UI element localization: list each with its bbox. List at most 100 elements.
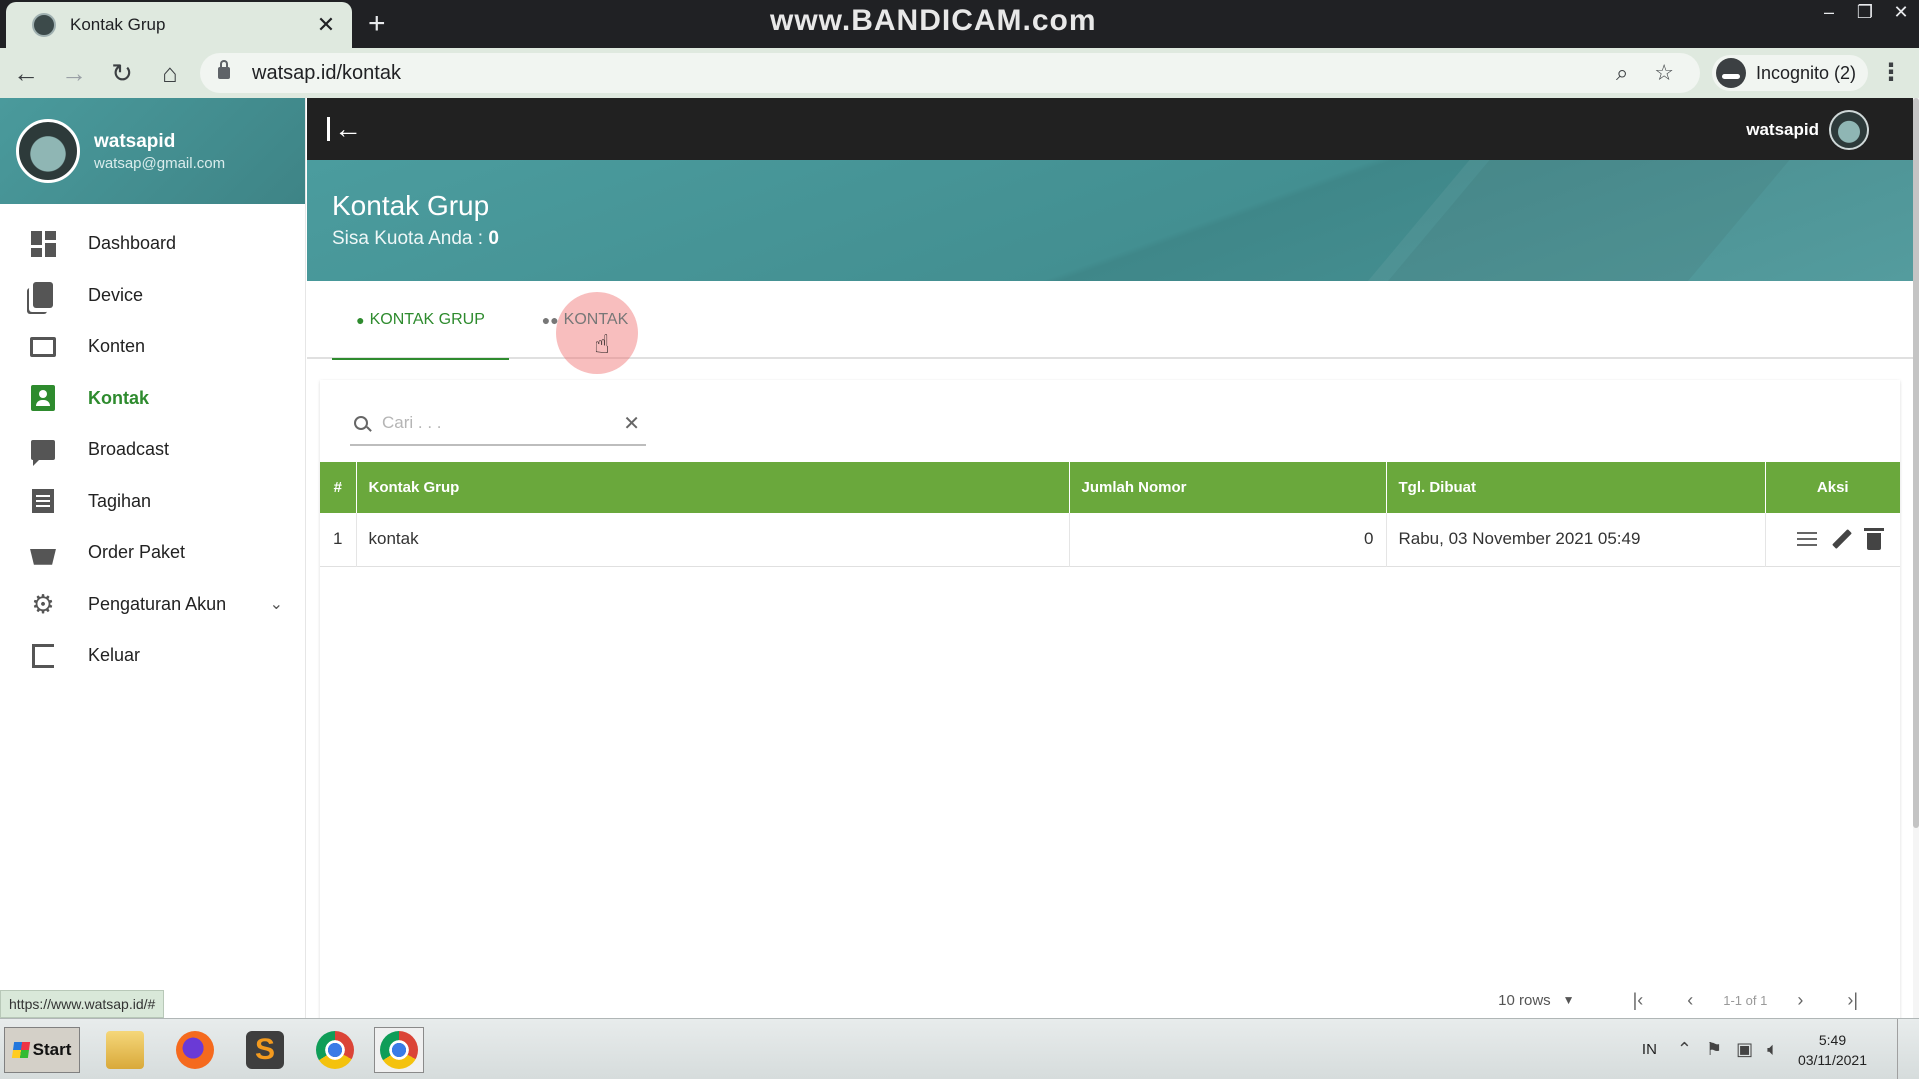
column-header-kontak-grup[interactable]: Kontak Grup — [356, 462, 1070, 513]
arrow-left-icon: ← — [334, 113, 362, 144]
person-icon: ● — [356, 311, 365, 328]
dashboard-icon — [28, 229, 58, 259]
restore-icon[interactable]: ❐ — [1847, 0, 1883, 26]
table-header-row: # Kontak Grup Jumlah Nomor Tgl. Dibuat A… — [320, 462, 1900, 513]
window-controls: – ❐ ✕ — [1811, 0, 1919, 26]
zoom-icon[interactable]: ⌕ — [1616, 60, 1628, 86]
clock-date: 03/11/2021 — [1797, 1051, 1867, 1068]
page-title: Kontak Grup — [332, 190, 490, 221]
show-desktop-button[interactable] — [1897, 1019, 1919, 1079]
tab-close-icon[interactable]: ✕ — [314, 12, 338, 38]
forward-icon[interactable]: → — [52, 58, 96, 89]
previous-page-icon[interactable]: ‹ — [1687, 990, 1693, 1011]
status-link-preview: https://www.watsap.id/# — [0, 990, 165, 1018]
address-bar[interactable]: watsap.id/kontak ⌕ ☆ — [200, 53, 1700, 93]
logout-icon — [28, 641, 58, 671]
chrome-incognito-icon[interactable] — [374, 1027, 424, 1073]
page-range: 1-1 of 1 — [1723, 992, 1768, 1008]
home-icon[interactable]: ⌂ — [148, 58, 192, 89]
list-detail-icon[interactable] — [1796, 532, 1817, 546]
sidebar-item-dashboard[interactable]: Dashboard — [0, 218, 305, 270]
system-tray: IN ⌃ ⚑ ▣ 🔈︎ 5:49 03/11/2021 — [1642, 1019, 1919, 1079]
quota-value: 0 — [488, 228, 499, 249]
search-icon — [354, 416, 368, 430]
sidebar: watsapid watsap@gmail.com Dashboard Devi… — [0, 98, 306, 1018]
device-icon — [28, 280, 58, 310]
last-page-icon[interactable]: ›| — [1847, 990, 1858, 1011]
url-text: watsap.id/kontak — [252, 61, 401, 84]
profile-email: watsap@gmail.com — [94, 154, 226, 172]
sidebar-item-tagihan[interactable]: Tagihan — [0, 476, 305, 528]
sidebar-item-label: Pengaturan Akun — [88, 593, 227, 614]
content-card: ✕ # Kontak Grup Jumlah Nomor Tgl. Dibuat… — [320, 380, 1900, 1020]
delete-trash-icon[interactable] — [1863, 527, 1884, 550]
browser-tab[interactable]: Kontak Grup ✕ — [6, 2, 352, 48]
tab-label: Kontak — [563, 311, 629, 328]
language-indicator[interactable]: IN — [1642, 1041, 1657, 1058]
sidebar-item-keluar[interactable]: Keluar — [0, 630, 305, 682]
invoice-icon — [28, 486, 58, 516]
clock[interactable]: 5:49 03/11/2021 — [1798, 1030, 1867, 1070]
search-input[interactable] — [382, 413, 624, 433]
app-topbar: ← watsapid — [307, 98, 1919, 160]
sidebar-item-broadcast[interactable]: Broadcast — [0, 424, 305, 476]
bookmark-star-icon[interactable]: ☆ — [1654, 60, 1674, 86]
sidebar-item-label: Order Paket — [88, 542, 186, 563]
browser-menu-icon[interactable]: ⋮ — [1879, 58, 1903, 87]
caret-down-icon[interactable]: ▼ — [1563, 993, 1575, 1007]
back-icon[interactable]: ← — [4, 58, 48, 89]
sidebar-item-order-paket[interactable]: Order Paket — [0, 527, 305, 579]
sidebar-item-konten[interactable]: Konten — [0, 321, 305, 373]
column-header-tgl-dibuat[interactable]: Tgl. Dibuat — [1386, 462, 1766, 513]
sublime-text-icon[interactable] — [240, 1027, 290, 1073]
next-page-icon[interactable]: › — [1797, 990, 1803, 1011]
new-tab-button[interactable]: + — [368, 6, 386, 42]
chrome-icon[interactable] — [310, 1027, 360, 1073]
column-header-jumlah-nomor[interactable]: Jumlah Nomor — [1069, 462, 1387, 513]
gear-icon: ⚙ — [31, 588, 55, 619]
cell-count: 0 — [1069, 513, 1387, 566]
browser-tab-bar: Kontak Grup ✕ + www.BANDICAM.com – ❐ ✕ — [0, 0, 1919, 48]
profile-name: watsapid — [94, 130, 176, 152]
page-scrollbar[interactable] — [1913, 98, 1919, 1018]
chevron-down-icon[interactable]: ⌄ — [270, 594, 283, 614]
minimize-icon[interactable]: – — [1811, 0, 1847, 26]
browser-toolbar: ← → ↻ ⌂ watsap.id/kontak ⌕ ☆ Incognito (… — [0, 48, 1919, 98]
firefox-icon[interactable] — [170, 1027, 220, 1073]
tab-kontak-grup[interactable]: ● Kontak Grup — [332, 281, 509, 360]
topbar-user[interactable]: watsapid — [1746, 110, 1869, 150]
volume-icon[interactable]: 🔈︎ — [1767, 1039, 1778, 1060]
tab-bar: ● Kontak Grup ●● Kontak ☝ — [307, 281, 1914, 374]
tray-expand-icon[interactable]: ⌃ — [1677, 1039, 1692, 1060]
cell-number: 1 — [320, 513, 357, 566]
pagination: 10 rows ▼ |‹ ‹ 1-1 of 1 › ›| — [1498, 980, 1880, 1020]
site-favicon-icon — [32, 13, 56, 37]
reload-icon[interactable]: ↻ — [100, 58, 144, 89]
clock-time: 5:49 — [1818, 1031, 1847, 1048]
tab-kontak[interactable]: ●● Kontak — [525, 281, 645, 359]
clear-icon[interactable]: ✕ — [623, 411, 640, 436]
first-page-icon[interactable]: |‹ — [1633, 990, 1644, 1011]
start-button[interactable]: Start — [4, 1027, 80, 1073]
hand-cursor-icon: ☝ — [594, 329, 610, 359]
incognito-indicator[interactable]: Incognito (2) — [1712, 55, 1869, 91]
network-icon[interactable]: ▣ — [1736, 1039, 1753, 1060]
sidebar-item-pengaturan-akun[interactable]: ⚙ Pengaturan Akun ⌄ — [0, 579, 305, 631]
tab-title: Kontak Grup — [70, 15, 166, 34]
close-window-icon[interactable]: ✕ — [1883, 0, 1919, 26]
sidebar-item-label: Tagihan — [88, 490, 152, 511]
column-header-number[interactable]: # — [320, 462, 357, 513]
sidebar-item-label: Broadcast — [88, 439, 170, 460]
topbar-user-name: watsapid — [1746, 120, 1819, 139]
sidebar-nav: Dashboard Device Konten Kontak Broadcast… — [0, 204, 305, 682]
os-taskbar: Start IN ⌃ ⚑ ▣ 🔈︎ 5:49 03/11/2021 — [0, 1018, 1919, 1079]
edit-pencil-icon[interactable] — [1831, 529, 1852, 550]
rows-per-page-select[interactable]: 10 rows — [1498, 992, 1551, 1009]
people-icon: ●● — [541, 312, 559, 328]
collapse-sidebar-button[interactable]: ← — [327, 113, 362, 145]
file-explorer-icon[interactable] — [100, 1027, 150, 1073]
windows-logo-icon — [11, 1042, 30, 1058]
sidebar-item-device[interactable]: Device — [0, 270, 305, 322]
sidebar-item-kontak[interactable]: Kontak — [0, 373, 305, 425]
action-center-flag-icon[interactable]: ⚑ — [1706, 1039, 1722, 1060]
